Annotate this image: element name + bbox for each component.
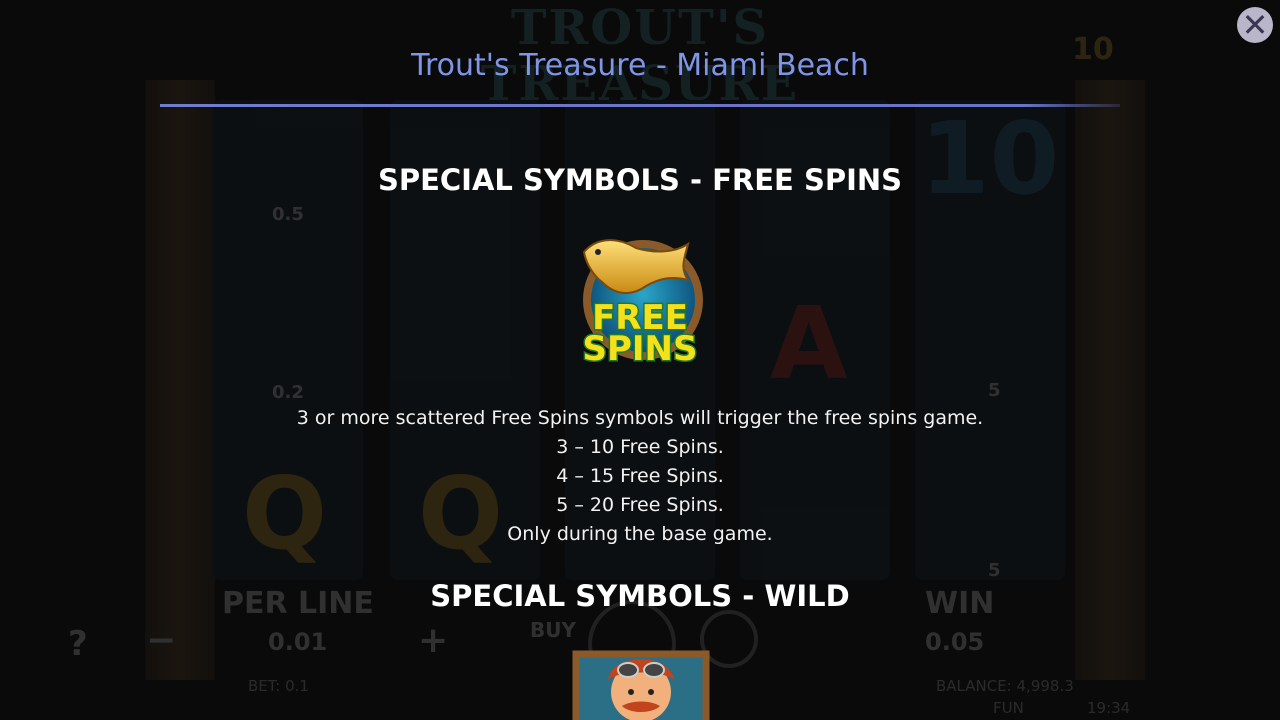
free-spins-icon-line2: SPINS bbox=[583, 329, 698, 364]
game-screen: TROUT'S TREASURE 0.5 0.2 5 5 Q Q A 10 10… bbox=[0, 0, 1280, 720]
description-line: 3 – 10 Free Spins. bbox=[556, 436, 724, 458]
close-button[interactable]: ✕ bbox=[1237, 7, 1273, 43]
description-line: 4 – 15 Free Spins. bbox=[556, 465, 724, 487]
paytable-title: Trout's Treasure - Miami Beach bbox=[411, 48, 869, 83]
paytable-overlay: Trout's Treasure - Miami Beach ✕ SPECIAL… bbox=[0, 0, 1280, 720]
section-heading-wild: SPECIAL SYMBOLS - WILD bbox=[430, 579, 850, 613]
free-spins-description: 3 or more scattered Free Spins symbols w… bbox=[0, 404, 1280, 549]
close-icon: ✕ bbox=[1241, 6, 1269, 44]
description-line: 3 or more scattered Free Spins symbols w… bbox=[296, 407, 984, 429]
title-divider bbox=[160, 104, 1120, 107]
fisherman-wild-icon bbox=[572, 650, 710, 720]
free-spins-fish-icon: FREE SPINS bbox=[581, 239, 703, 364]
section-heading-free-spins: SPECIAL SYMBOLS - FREE SPINS bbox=[377, 163, 903, 197]
description-line: 5 – 20 Free Spins. bbox=[556, 494, 724, 516]
description-line: Only during the base game. bbox=[507, 523, 773, 545]
